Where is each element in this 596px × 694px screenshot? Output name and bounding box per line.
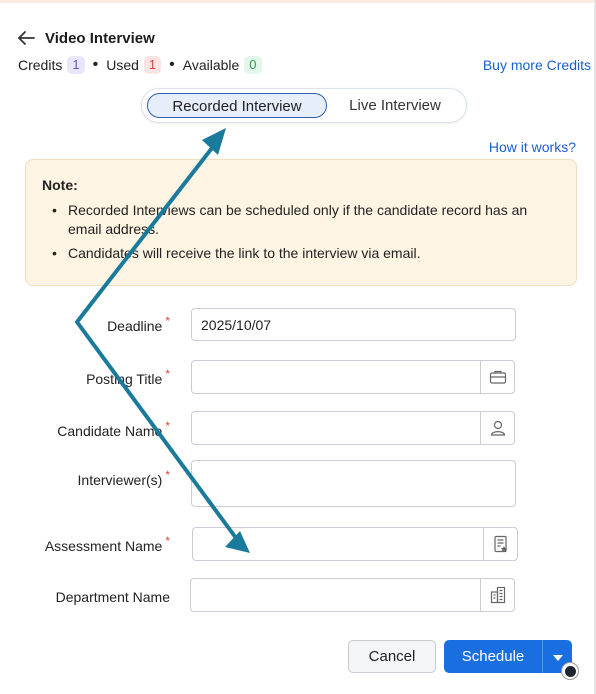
credits-label: Credits [18, 57, 63, 73]
tab-recorded-interview[interactable]: Recorded Interview [147, 93, 327, 118]
available-label: Available [182, 57, 240, 73]
deadline-label-text: Deadline [107, 318, 163, 334]
required-mark: * [165, 534, 170, 548]
note-item: Recorded Interviews can be scheduled onl… [42, 201, 560, 239]
page-title: Video Interview [45, 29, 155, 47]
tab-live-interview[interactable]: Live Interview [330, 93, 460, 118]
note-item: Candidates will receive the link to the … [42, 244, 560, 263]
used-count-badge: 1 [143, 56, 162, 74]
document-list-icon[interactable] [483, 528, 517, 560]
separator-dot: • [169, 56, 175, 73]
posting-title-label: Posting Title * [40, 367, 170, 387]
how-it-works-link[interactable]: How it works? [489, 139, 576, 155]
assessment-name-field[interactable] [192, 527, 518, 561]
deadline-field[interactable]: 2025/10/07 [191, 308, 516, 341]
note-title: Note: [42, 177, 78, 193]
candidate-name-label: Candidate Name * [40, 419, 170, 439]
candidate-name-label-text: Candidate Name [57, 423, 163, 439]
posting-title-label-text: Posting Title [86, 371, 163, 387]
note-list: Recorded Interviews can be scheduled onl… [42, 201, 560, 263]
buy-more-credits-link[interactable]: Buy more Credits [483, 57, 591, 73]
separator-dot: • [92, 56, 99, 73]
page-header: Video Interview [16, 28, 155, 48]
annotation-arrowhead-top [202, 128, 226, 155]
briefcase-icon[interactable] [480, 361, 514, 393]
department-name-field[interactable] [190, 578, 515, 612]
assessment-name-label-text: Assessment Name [44, 538, 163, 554]
required-mark: * [165, 419, 170, 433]
credits-summary: Credits 1 • Used 1 • Available 0 [18, 56, 262, 74]
interviewers-field[interactable] [191, 460, 516, 507]
department-name-label-text: Department Name [55, 589, 170, 605]
available-count-badge: 0 [244, 56, 262, 74]
assessment-name-label: Assessment Name * [40, 534, 170, 554]
top-accent-line [0, 0, 596, 3]
interviewers-label: Interviewer(s) * [40, 468, 170, 488]
interviewers-label-text: Interviewer(s) [77, 472, 163, 488]
used-label: Used [106, 57, 139, 73]
note-box: Note: Recorded Interviews can be schedul… [25, 159, 577, 286]
schedule-button[interactable]: Schedule [444, 640, 542, 673]
required-mark: * [165, 314, 170, 328]
arrow-left-icon[interactable] [16, 28, 36, 48]
posting-title-field[interactable] [191, 360, 515, 394]
deadline-value: 2025/10/07 [201, 317, 272, 333]
required-mark: * [165, 367, 170, 381]
credits-count-badge: 1 [67, 56, 85, 74]
candidate-name-field[interactable] [191, 411, 515, 445]
interview-type-toggle: Recorded Interview Live Interview [141, 88, 467, 123]
user-icon[interactable] [480, 412, 514, 444]
caret-down-icon [552, 648, 563, 665]
department-name-label: Department Name [40, 589, 170, 605]
deadline-label: Deadline * [40, 314, 170, 334]
building-icon[interactable] [480, 579, 514, 611]
required-mark: * [165, 468, 170, 482]
cancel-button[interactable]: Cancel [348, 640, 436, 673]
record-dot-icon [561, 662, 579, 680]
